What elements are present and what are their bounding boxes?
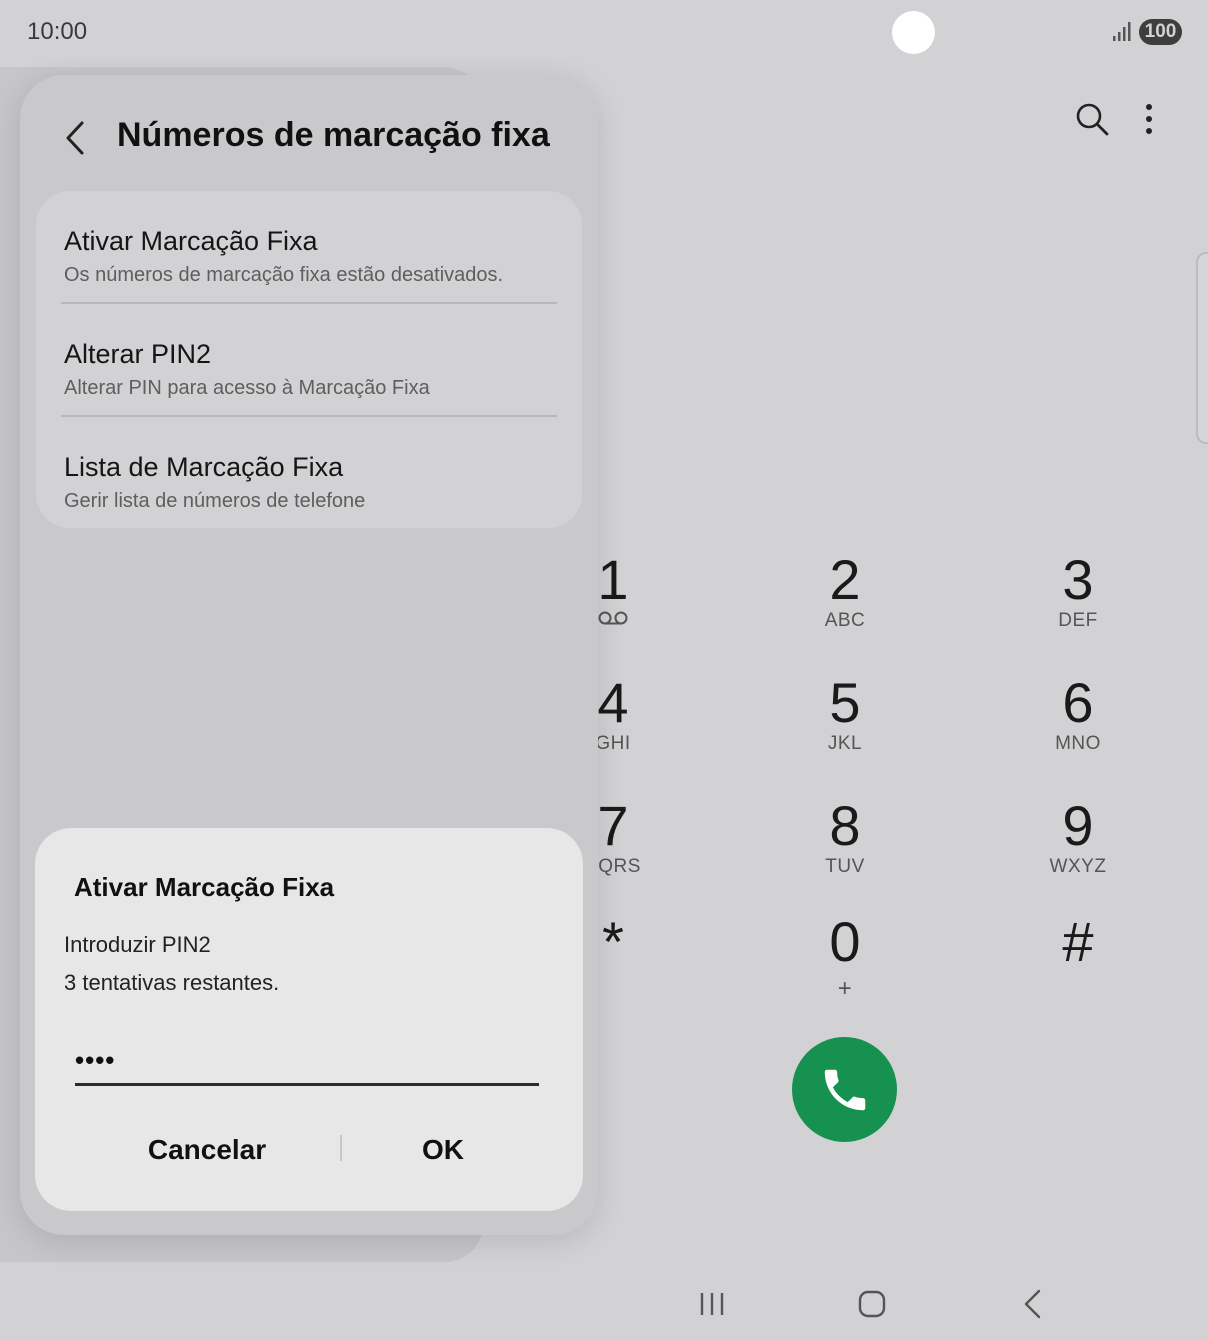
cancel-button[interactable]: Cancelar xyxy=(97,1125,317,1175)
search-icon[interactable] xyxy=(1074,101,1110,137)
key-5[interactable]: 5 JKL xyxy=(775,673,915,783)
pin2-input[interactable] xyxy=(75,1038,539,1086)
setting-enable-fdn[interactable]: Ativar Marcação Fixa Os números de marca… xyxy=(64,201,564,301)
phone-icon xyxy=(824,1069,865,1110)
key-digit: 8 xyxy=(829,794,861,857)
setting-title: Lista de Marcação Fixa xyxy=(64,452,344,482)
setting-change-pin2[interactable]: Alterar PIN2 Alterar PIN para acesso à M… xyxy=(64,314,564,414)
key-letters: JKL xyxy=(827,733,863,754)
divider xyxy=(61,415,557,417)
home-icon[interactable] xyxy=(858,1289,886,1319)
camera-cutout xyxy=(892,11,935,54)
setting-subtitle: Gerir lista de números de telefone xyxy=(64,490,366,512)
key-letters: + xyxy=(837,975,853,1002)
status-time: 10:00 xyxy=(27,18,88,45)
battery-level: 100 xyxy=(1139,19,1182,45)
key-hash[interactable]: # xyxy=(1008,912,1148,1022)
key-digit: 5 xyxy=(829,671,861,734)
attempts-remaining: 3 tentativas restantes. xyxy=(64,970,280,995)
divider xyxy=(61,302,557,304)
more-vertical-icon[interactable] xyxy=(1136,102,1162,136)
setting-fdn-list[interactable]: Lista de Marcação Fixa Gerir lista de nú… xyxy=(64,427,564,527)
key-6[interactable]: 6 MNO xyxy=(1008,673,1148,783)
edge-panel-handle[interactable] xyxy=(1196,252,1208,444)
key-letters: TUV xyxy=(825,856,865,877)
key-letters: MNO xyxy=(1055,733,1101,754)
key-letters: DEF xyxy=(1058,610,1098,631)
setting-subtitle: Os números de marcação fixa estão desati… xyxy=(64,264,504,286)
dialog-title: Ativar Marcação Fixa xyxy=(74,872,335,902)
key-letters: ABC xyxy=(824,610,866,631)
setting-title: Ativar Marcação Fixa xyxy=(64,226,318,256)
back-icon[interactable] xyxy=(1021,1287,1043,1321)
key-digit: 0 xyxy=(829,910,861,973)
settings-list: Ativar Marcação Fixa Os números de marca… xyxy=(36,191,582,528)
key-0[interactable]: 0 + xyxy=(775,912,915,1022)
key-3[interactable]: 3 DEF xyxy=(1008,550,1148,660)
key-digit: 9 xyxy=(1062,794,1094,857)
key-8[interactable]: 8 TUV xyxy=(775,796,915,906)
key-digit: # xyxy=(1062,910,1094,973)
pin2-dialog: Ativar Marcação Fixa Introduzir PIN2 3 t… xyxy=(35,828,583,1211)
key-digit: 2 xyxy=(829,548,861,611)
page-title: Números de marcação fixa xyxy=(117,116,550,154)
key-9[interactable]: 9 WXYZ xyxy=(1008,796,1148,906)
key-2[interactable]: 2 ABC xyxy=(775,550,915,660)
key-digit: 3 xyxy=(1062,548,1094,611)
back-arrow-icon[interactable] xyxy=(60,118,88,158)
setting-title: Alterar PIN2 xyxy=(64,339,212,369)
key-digit: 6 xyxy=(1062,671,1094,734)
signal-bars-icon xyxy=(1113,22,1131,41)
key-letters: WXYZ xyxy=(1049,856,1107,877)
call-button[interactable] xyxy=(792,1037,897,1142)
setting-subtitle: Alterar PIN para acesso à Marcação Fixa xyxy=(64,377,430,399)
recents-icon[interactable] xyxy=(697,1290,727,1318)
ok-button[interactable]: OK xyxy=(333,1125,553,1175)
dialog-prompt: Introduzir PIN2 xyxy=(64,932,211,957)
